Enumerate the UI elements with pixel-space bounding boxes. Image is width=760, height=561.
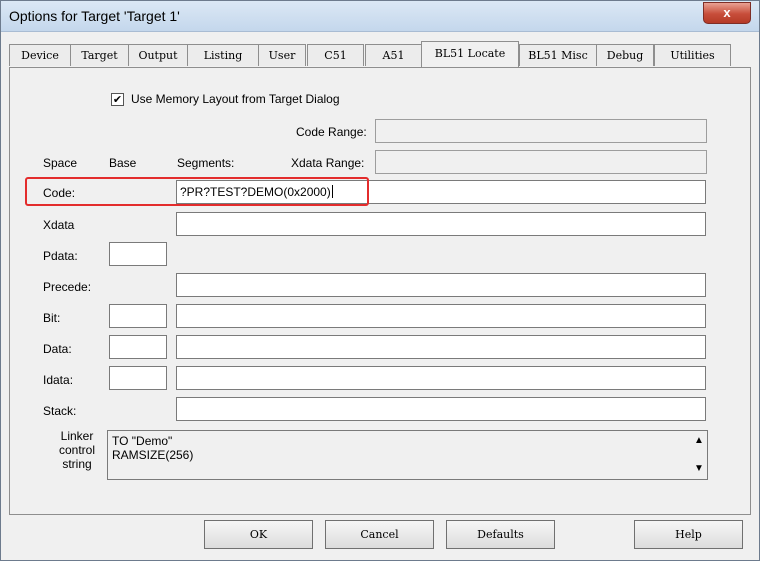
tab-c51[interactable]: C51 bbox=[307, 44, 364, 66]
xdata-range-label: Xdata Range: bbox=[291, 156, 365, 170]
options-dialog: Options for Target 'Target 1' x Device T… bbox=[0, 0, 760, 561]
code-segments-value: ?PR?TEST?DEMO(0x2000) bbox=[180, 185, 331, 199]
xdata-label: Xdata bbox=[43, 218, 75, 232]
title-bar: Options for Target 'Target 1' x bbox=[1, 1, 759, 32]
base-column-header: Base bbox=[109, 156, 137, 170]
linker-label-line1: Linker bbox=[60, 429, 94, 443]
window-title: Options for Target 'Target 1' bbox=[9, 8, 180, 24]
use-memory-layout-checkbox[interactable]: ✔ bbox=[111, 93, 124, 106]
stack-segments-input[interactable] bbox=[176, 397, 706, 421]
linker-label-line2: control bbox=[58, 443, 96, 457]
code-range-label: Code Range: bbox=[296, 125, 367, 139]
bit-base-input[interactable] bbox=[109, 304, 167, 328]
linker-line-2: RAMSIZE(256) bbox=[112, 448, 194, 462]
xdata-range-field bbox=[375, 150, 707, 174]
tab-debug[interactable]: Debug bbox=[596, 44, 654, 66]
code-range-field bbox=[375, 119, 707, 143]
use-memory-layout-label: Use Memory Layout from Target Dialog bbox=[131, 92, 340, 106]
linker-label-line3: string bbox=[62, 457, 92, 471]
data-segments-input[interactable] bbox=[176, 335, 706, 359]
tab-target[interactable]: Target bbox=[70, 44, 129, 66]
tab-user[interactable]: User bbox=[258, 44, 306, 66]
pdata-base-input[interactable] bbox=[109, 242, 167, 266]
linker-control-label: Linker control string bbox=[51, 429, 103, 471]
idata-base-input[interactable] bbox=[109, 366, 167, 390]
help-button[interactable]: Help bbox=[634, 520, 743, 549]
scroll-down-icon[interactable]: ▼ bbox=[694, 462, 704, 476]
linker-line-1: TO "Demo" bbox=[112, 434, 173, 448]
close-button[interactable]: x bbox=[703, 2, 751, 24]
text-caret bbox=[331, 185, 333, 198]
pdata-label: Pdata: bbox=[43, 249, 78, 263]
data-label: Data: bbox=[43, 342, 72, 356]
tab-device[interactable]: Device bbox=[9, 44, 71, 66]
precede-label: Precede: bbox=[43, 280, 92, 294]
tab-a51[interactable]: A51 bbox=[365, 44, 422, 66]
bit-segments-input[interactable] bbox=[176, 304, 706, 328]
linker-control-string[interactable]: TO "Demo" RAMSIZE(256) ▲ ▼ bbox=[107, 430, 708, 480]
space-column-header: Space bbox=[43, 156, 78, 170]
xdata-segments-input[interactable] bbox=[176, 212, 706, 236]
data-base-input[interactable] bbox=[109, 335, 167, 359]
code-segments-input[interactable]: ?PR?TEST?DEMO(0x2000) bbox=[176, 180, 706, 204]
defaults-button[interactable]: Defaults bbox=[446, 520, 555, 549]
stack-label: Stack: bbox=[43, 404, 77, 418]
idata-label: Idata: bbox=[43, 373, 74, 387]
segments-column-header: Segments: bbox=[177, 156, 235, 170]
cancel-button[interactable]: Cancel bbox=[325, 520, 434, 549]
bit-label: Bit: bbox=[43, 311, 61, 325]
linker-scrollbar[interactable]: ▲ ▼ bbox=[690, 431, 707, 479]
code-label: Code: bbox=[43, 186, 76, 200]
idata-segments-input[interactable] bbox=[176, 366, 706, 390]
scroll-up-icon[interactable]: ▲ bbox=[694, 434, 704, 448]
tab-bl51-misc[interactable]: BL51 Misc bbox=[519, 44, 597, 66]
precede-segments-input[interactable] bbox=[176, 273, 706, 297]
tab-output[interactable]: Output bbox=[128, 44, 188, 66]
tab-bl51-locate[interactable]: BL51 Locate bbox=[421, 41, 519, 67]
ok-button[interactable]: OK bbox=[204, 520, 313, 549]
tab-utilities[interactable]: Utilities bbox=[654, 44, 731, 66]
tab-listing[interactable]: Listing bbox=[187, 44, 259, 66]
